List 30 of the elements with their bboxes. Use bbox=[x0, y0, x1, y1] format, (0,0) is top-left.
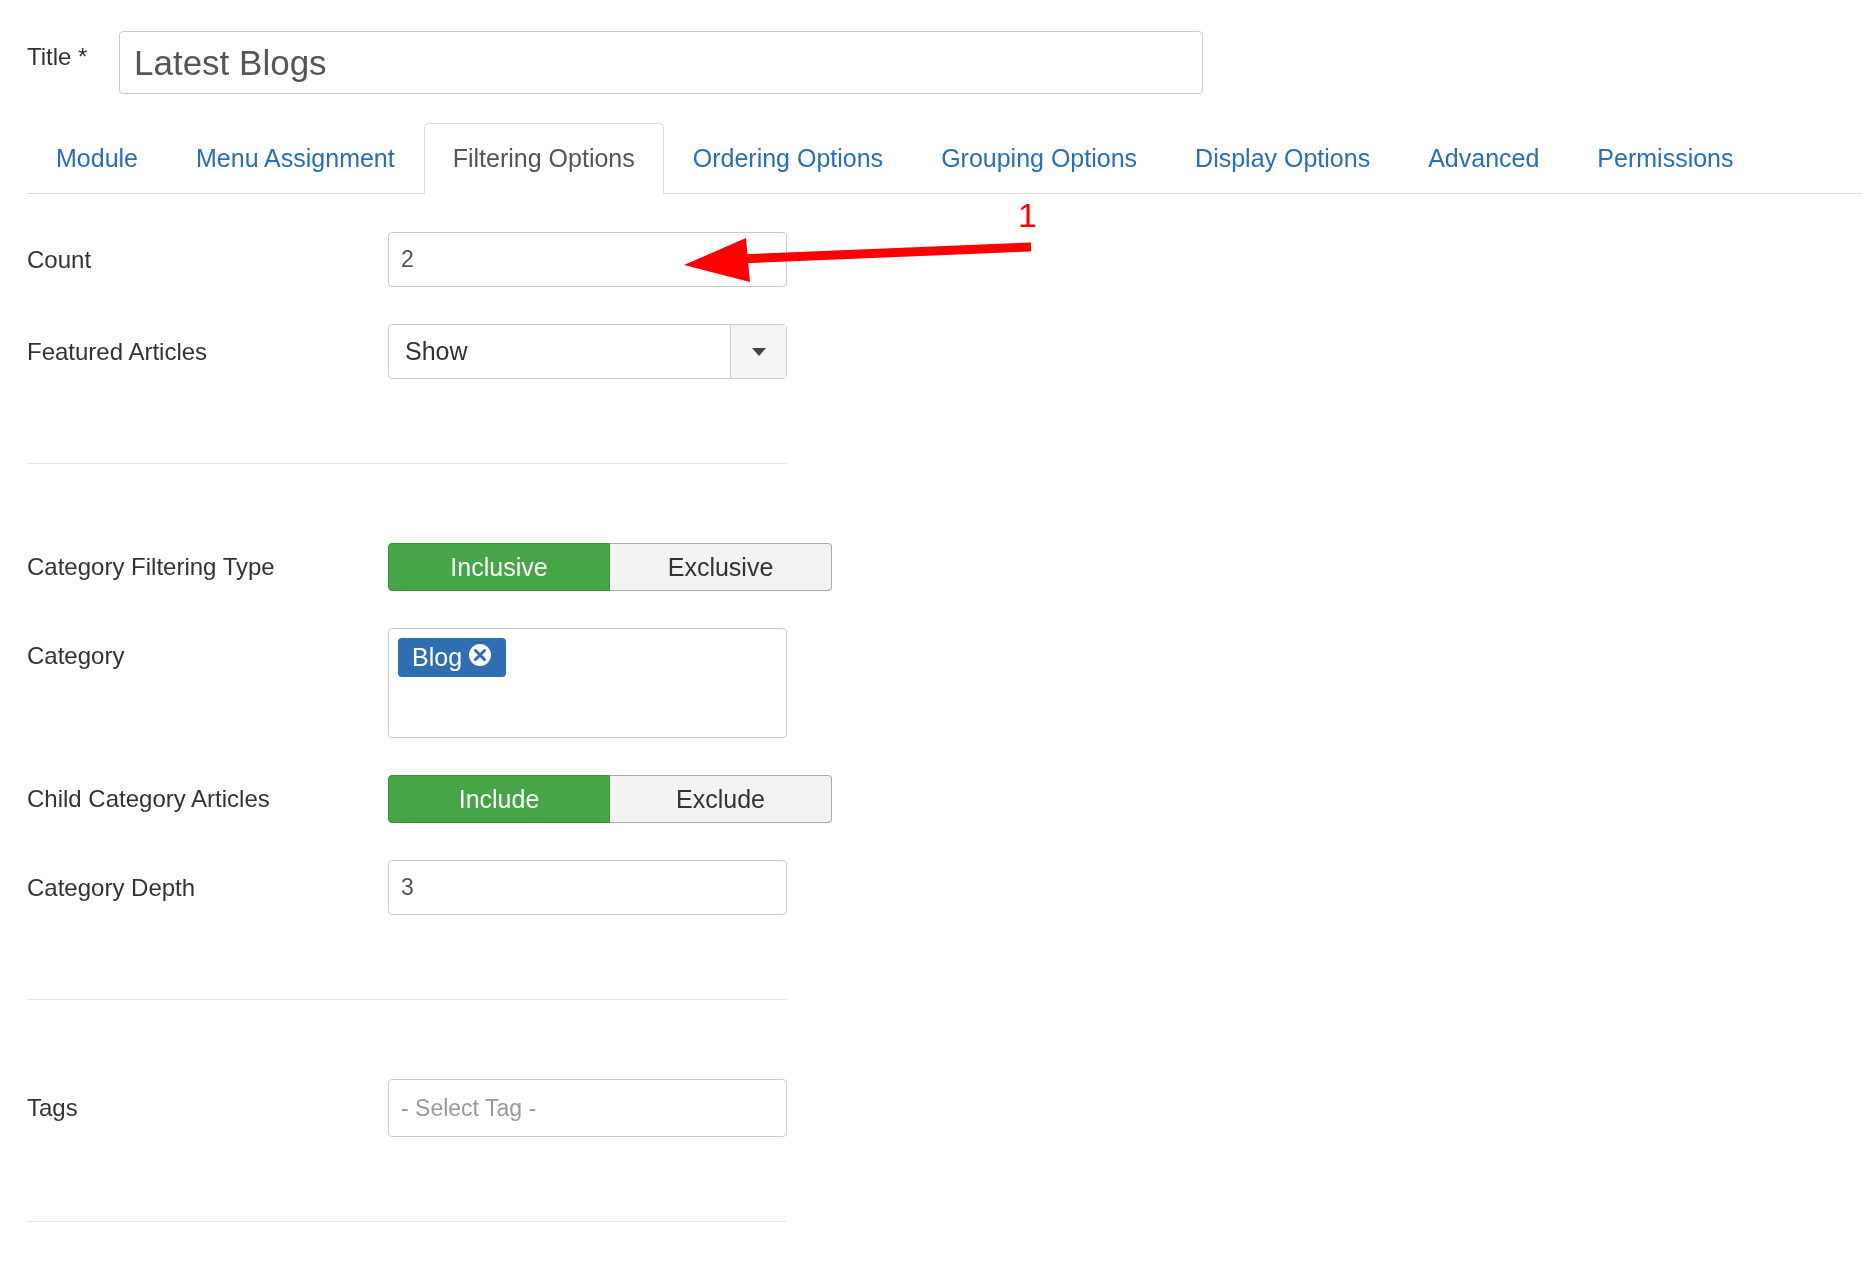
field-label: Featured Articles bbox=[27, 337, 209, 366]
remove-icon[interactable] bbox=[468, 642, 493, 667]
toggle-option[interactable]: Exclusive bbox=[610, 543, 832, 591]
toggle-option[interactable]: Inclusive bbox=[388, 543, 610, 591]
tab[interactable]: Advanced bbox=[1399, 123, 1569, 195]
input-field[interactable]: - Select Tag - bbox=[388, 1079, 787, 1137]
tab[interactable]: Display Options bbox=[1166, 123, 1400, 195]
caret-icon bbox=[751, 347, 766, 356]
annotation-number: 1 bbox=[1018, 196, 1037, 235]
field-label: Title * bbox=[27, 42, 89, 71]
field-label: Count bbox=[27, 245, 93, 274]
tab[interactable]: Ordering Options bbox=[663, 123, 913, 195]
tab[interactable]: Permissions bbox=[1568, 123, 1763, 195]
field-label: Category bbox=[27, 641, 126, 670]
dropdown[interactable]: Show bbox=[388, 324, 787, 379]
field-label: Category Depth bbox=[27, 873, 197, 902]
field-label: Category Filtering Type bbox=[27, 553, 276, 581]
tab[interactable]: Grouping Options bbox=[912, 123, 1167, 195]
field-label: Tags bbox=[27, 1094, 79, 1122]
input-field[interactable]: 3 bbox=[388, 860, 787, 915]
tab[interactable]: Module bbox=[27, 123, 167, 195]
input-field[interactable]: 2 bbox=[388, 232, 787, 287]
toggle-option[interactable]: Include bbox=[388, 775, 610, 823]
title-input[interactable]: Latest Blogs bbox=[119, 31, 1203, 94]
field-label: Child Category Articles bbox=[27, 785, 271, 813]
tab[interactable]: Filtering Options bbox=[423, 123, 664, 195]
tag-field[interactable]: Blog bbox=[388, 628, 787, 738]
tab[interactable]: Menu Assignment bbox=[167, 123, 424, 195]
tag-chip[interactable]: Blog bbox=[398, 638, 507, 677]
toggle-option[interactable]: Exclude bbox=[610, 775, 832, 823]
